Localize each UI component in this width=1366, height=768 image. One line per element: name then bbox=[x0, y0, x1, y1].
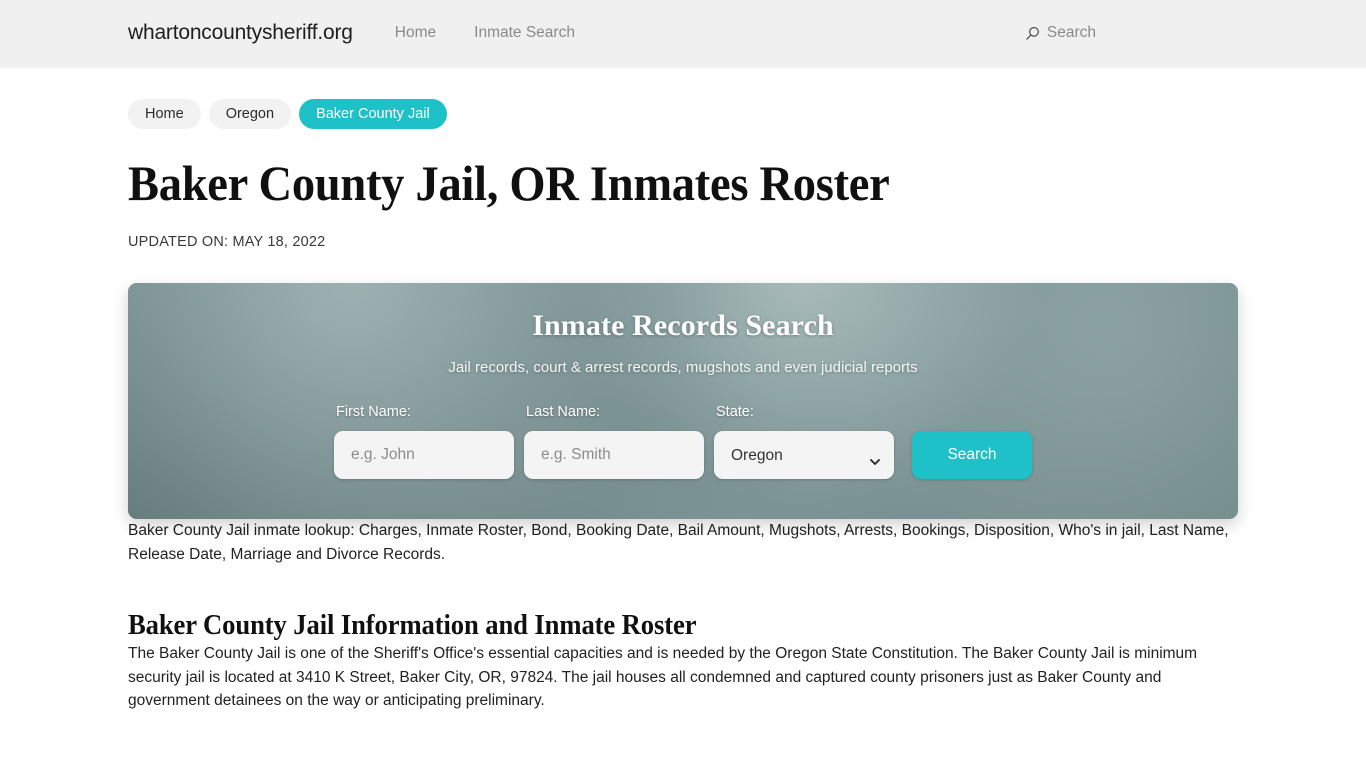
inmate-search-submit-button[interactable]: Search bbox=[912, 431, 1032, 479]
state-label: State: bbox=[716, 404, 754, 420]
breadcrumb-item-home[interactable]: Home bbox=[128, 99, 201, 129]
updated-on-text: UPDATED ON: MAY 18, 2022 bbox=[128, 234, 326, 250]
breadcrumb: Home Oregon Baker County Jail bbox=[128, 66, 1238, 129]
primary-nav: Home Inmate Search bbox=[395, 24, 575, 42]
site-header: whartoncountysheriff.org Home Inmate Sea… bbox=[0, 0, 1366, 66]
page-title: Baker County Jail, OR Inmates Roster bbox=[128, 155, 890, 211]
inmate-search-form: First Name: Last Name: State: Oregon bbox=[334, 404, 1032, 479]
inmate-records-search-panel: Inmate Records Search Jail records, cour… bbox=[128, 283, 1238, 519]
breadcrumb-item-baker-county-jail[interactable]: Baker County Jail bbox=[299, 99, 447, 129]
panel-subtitle: Jail records, court & arrest records, mu… bbox=[448, 359, 918, 376]
section-paragraph: The Baker County Jail is one of the Sher… bbox=[128, 645, 1198, 709]
last-name-field-group: Last Name: bbox=[524, 404, 704, 479]
nav-item-inmate-search[interactable]: Inmate Search bbox=[474, 24, 575, 42]
breadcrumb-item-oregon[interactable]: Oregon bbox=[208, 99, 292, 129]
first-name-input[interactable] bbox=[334, 431, 514, 479]
panel-title: Inmate Records Search bbox=[532, 309, 834, 342]
nav-item-home[interactable]: Home bbox=[395, 24, 436, 42]
header-inner: whartoncountysheriff.org Home Inmate Sea… bbox=[0, 0, 1366, 66]
header-search-label: Search bbox=[1046, 24, 1096, 41]
last-name-label: Last Name: bbox=[526, 404, 601, 420]
site-brand[interactable]: whartoncountysheriff.org bbox=[128, 21, 353, 45]
state-field-group: State: Oregon bbox=[714, 404, 894, 479]
last-name-input[interactable] bbox=[524, 431, 704, 479]
intro-paragraph: Baker County Jail inmate lookup: Charges… bbox=[128, 522, 1229, 563]
first-name-label: First Name: bbox=[336, 404, 411, 420]
first-name-field-group: First Name: bbox=[334, 404, 514, 479]
section-title: Baker County Jail Information and Inmate… bbox=[128, 610, 697, 641]
page-container: Home Oregon Baker County Jail Baker Coun… bbox=[0, 66, 1366, 713]
header-search-button[interactable]: Search bbox=[1025, 24, 1238, 42]
state-select-wrap: Oregon bbox=[714, 431, 894, 479]
search-icon bbox=[1025, 26, 1040, 41]
panel-content: Inmate Records Search Jail records, cour… bbox=[128, 283, 1238, 519]
state-select[interactable]: Oregon bbox=[714, 431, 894, 479]
